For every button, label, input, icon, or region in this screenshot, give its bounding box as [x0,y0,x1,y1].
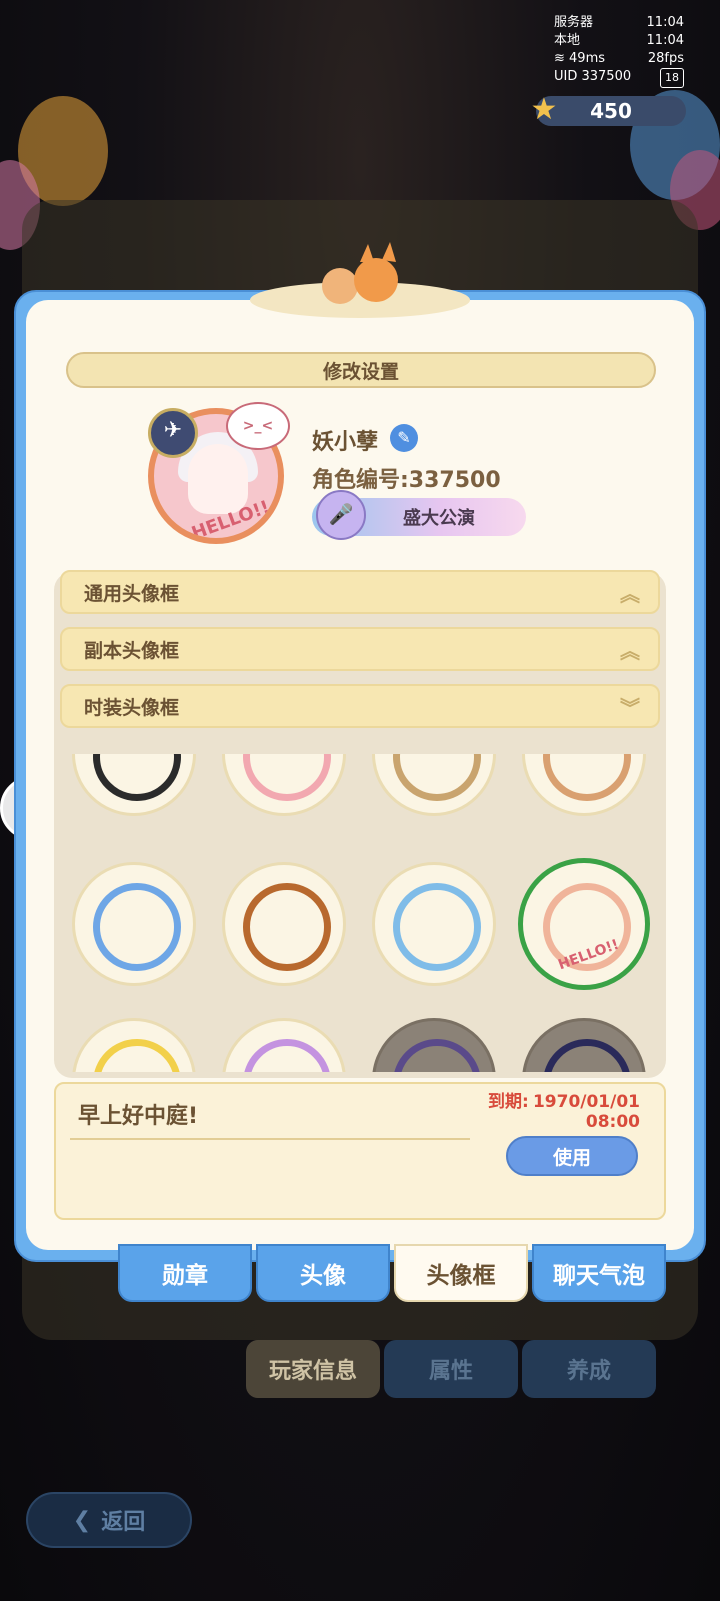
microphone-icon: 🎤 [316,490,366,540]
frame-name: 早上好中庭! [78,1104,199,1129]
frame-item[interactable] [222,862,346,986]
expire-time: 08:00 [585,1112,640,1132]
ping-value: ≋ 49ms [554,51,606,66]
tab-attributes[interactable]: 属性 [384,1340,518,1398]
frame-item[interactable] [72,754,196,816]
frame-item[interactable] [222,754,346,816]
tab-player-info[interactable]: 玩家信息 [246,1340,380,1398]
use-button[interactable]: 使用 [506,1136,638,1176]
chevron-up-icon: ︽ [620,638,640,663]
tab-medal[interactable]: 勋章 [118,1244,252,1302]
frame-item[interactable] [72,862,196,986]
frame-item[interactable] [372,862,496,986]
back-label: 返回 [101,1510,146,1535]
server-label: 服务器 [554,15,594,30]
category-label: 副本头像框 [84,639,180,662]
category-fashion-frames[interactable]: 时装头像框 ︾ [60,684,660,728]
battery-icon: 18 [660,68,684,88]
frame-item[interactable] [522,754,646,816]
tab-chat-bubble[interactable]: 聊天气泡 [532,1244,666,1302]
chevron-down-icon: ︾ [620,695,640,720]
edit-name-icon[interactable]: ✎ [390,424,418,452]
tab-cultivation[interactable]: 养成 [522,1340,656,1398]
expire-label: 到期: [488,1092,529,1112]
frame-item[interactable] [372,754,496,816]
frame-item-locked[interactable] [372,1018,496,1072]
chevron-up-icon: ︽ [620,581,640,606]
uid-value: UID 337500 [554,69,632,84]
category-dungeon-frames[interactable]: 副本头像框 ︽ [60,627,660,671]
tab-avatar[interactable]: 头像 [256,1244,390,1302]
local-time: 11:04 [646,33,684,48]
frame-item[interactable] [72,1018,196,1072]
frame-item-locked[interactable] [522,1018,646,1072]
medal-badge-icon: ✈ [148,408,198,458]
category-label: 通用头像框 [84,582,180,605]
cat-mascot-decoration [250,242,470,318]
fps-value: 28fps [647,51,684,66]
frame-grid: HELLO!! [60,754,660,1072]
back-arrow-icon: ❮ [72,1507,92,1533]
wifi-icon: ≋ [554,51,570,66]
back-button[interactable]: ❮ 返回 [26,1492,192,1548]
star-gem-icon: ★ [530,92,558,127]
currency-amount: 450 [590,99,632,123]
frame-item[interactable] [222,1018,346,1072]
category-general-frames[interactable]: 通用头像框 ︽ [60,570,660,614]
title-badge-text: 盛大公演 [403,508,475,529]
decorative-divider [70,1138,470,1140]
local-label: 本地 [554,33,581,48]
tab-avatar-frame[interactable]: 头像框 [394,1244,528,1302]
player-name: 妖小孽 [312,430,379,455]
status-overlay: 服务器 11:04 本地 11:04 ≋ 49ms 28fps UID 337500 1… [554,14,684,88]
modal-title: 修改设置 [66,352,656,388]
frame-item-selected[interactable]: HELLO!! [518,858,650,990]
expire-date: 1970/01/01 [532,1092,640,1112]
avatar-face [188,444,248,514]
server-time: 11:04 [646,15,684,30]
expire-info: 到期: 1970/01/01 08:00 [488,1092,640,1132]
category-label: 时装头像框 [84,696,180,719]
frame-speech-bubble-icon: >_< [226,402,290,450]
